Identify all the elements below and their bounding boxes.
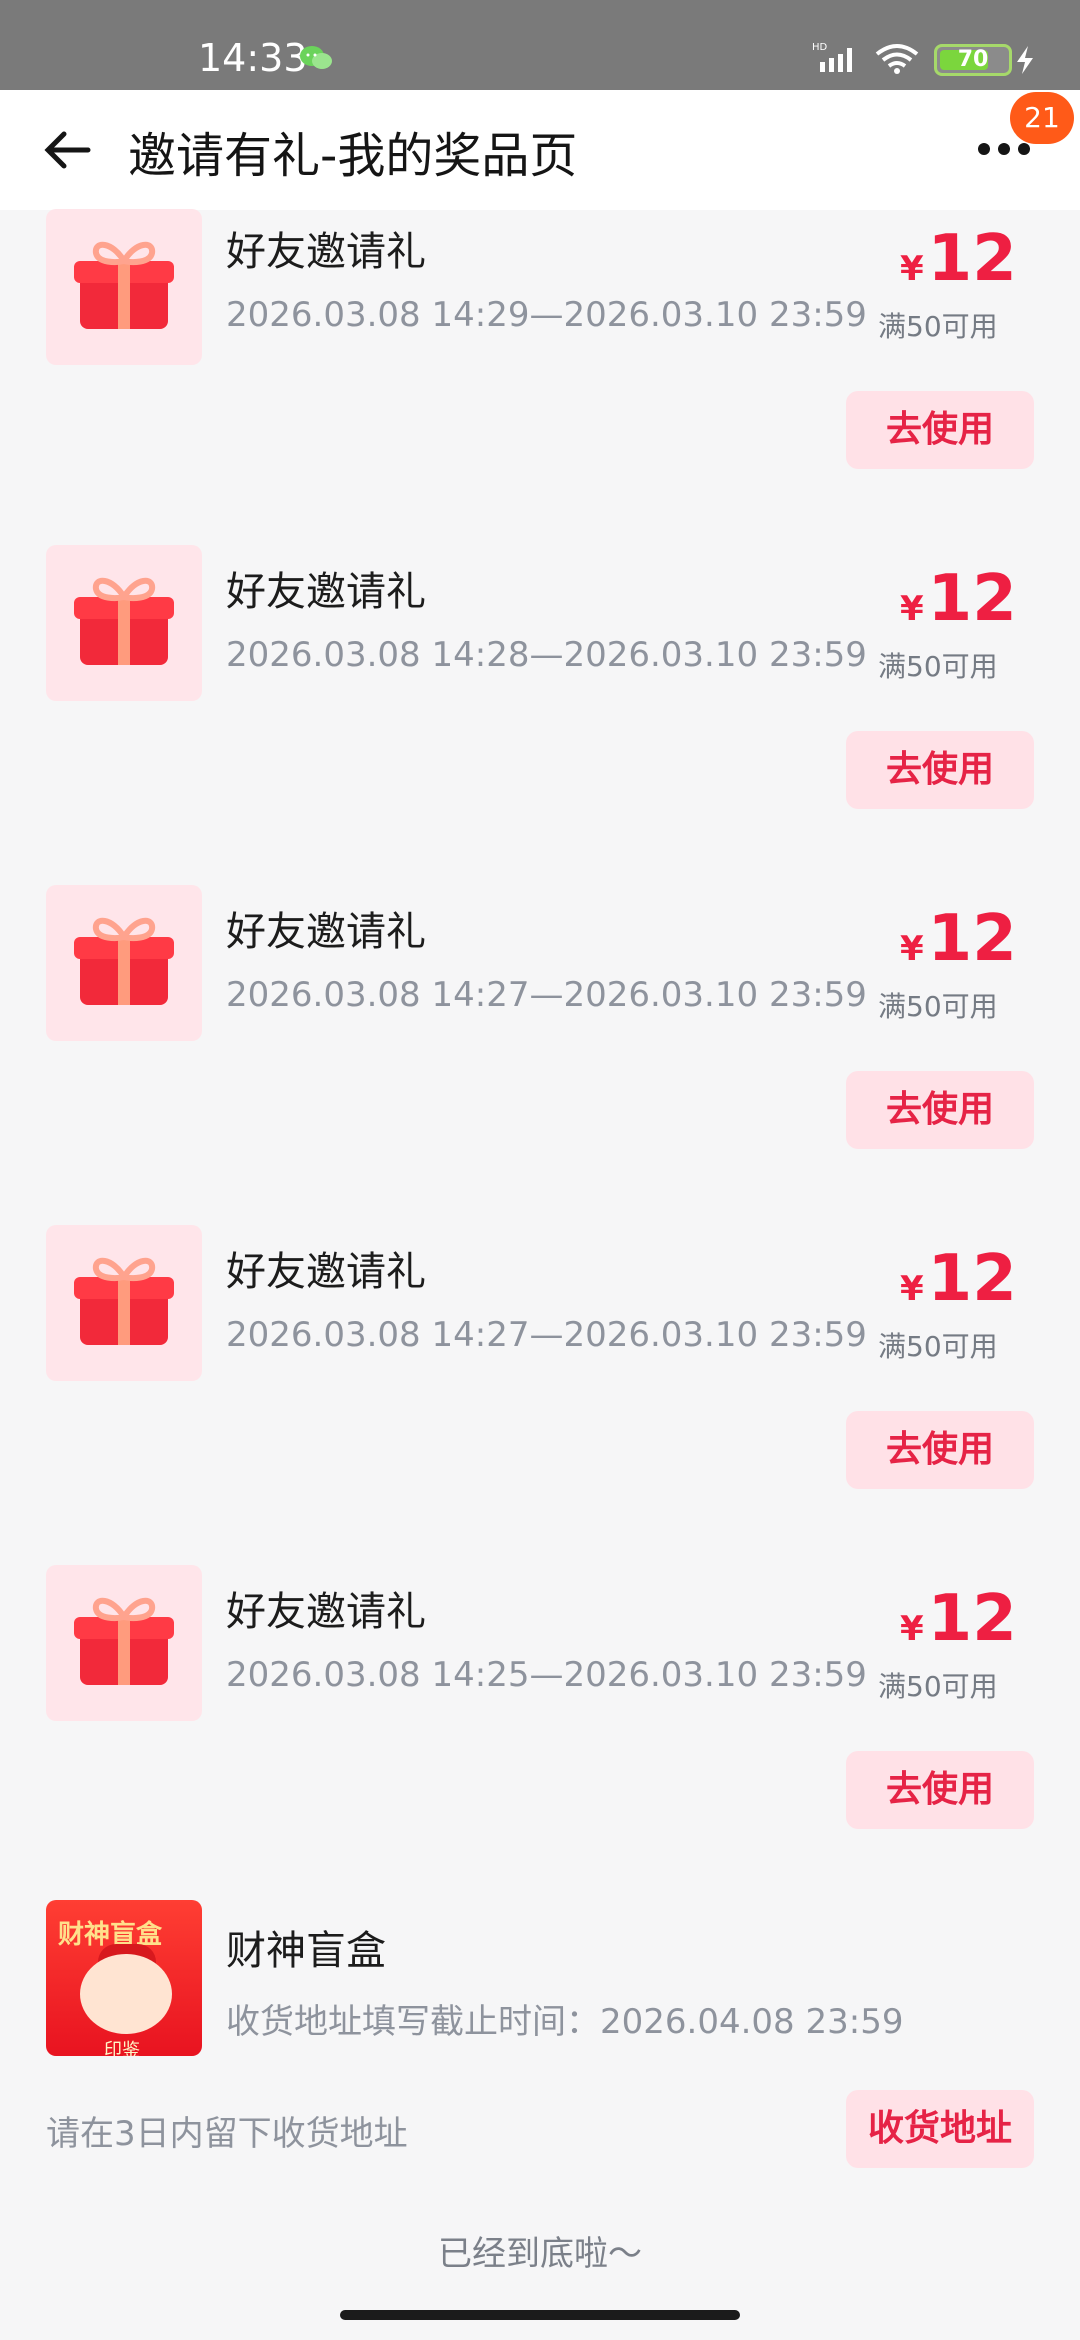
prize-threshold: 满50可用 [878, 990, 998, 1023]
price-amount: 12 [927, 562, 1017, 636]
page-title: 邀请有礼-我的奖品页 [128, 128, 578, 184]
currency-symbol: ¥ [900, 929, 924, 969]
prize-valid-time: 2026.03.08 14:27—2026.03.10 23:59 [226, 975, 867, 1015]
home-indicator[interactable] [340, 2310, 740, 2320]
prize-valid-time: 2026.03.08 14:28—2026.03.10 23:59 [226, 635, 867, 675]
battery-indicator: 70 [934, 44, 1012, 76]
prize-item: 好友邀请礼 2026.03.08 14:27—2026.03.10 23:59 … [0, 885, 1080, 1225]
price-amount: 12 [927, 1582, 1017, 1656]
wechat-icon [300, 46, 332, 69]
prize-threshold: 满50可用 [878, 310, 998, 343]
gift-thumbnail [46, 545, 202, 701]
battery-text: 70 [957, 47, 989, 72]
blind-box-thumbnail: 财神盲盒 印鉴 [46, 1900, 202, 2056]
prize-valid-time: 2026.03.08 14:27—2026.03.10 23:59 [226, 1315, 867, 1355]
prize-price: ¥12 [900, 227, 1040, 291]
prize-valid-time: 2026.03.08 14:29—2026.03.10 23:59 [226, 295, 867, 335]
gift-thumbnail [46, 1225, 202, 1381]
gift-icon [74, 577, 174, 665]
prize-price: ¥12 [900, 1587, 1040, 1651]
back-arrow-icon[interactable] [42, 128, 92, 172]
prize-name: 好友邀请礼 [226, 909, 426, 955]
address-deadline: 收货地址填写截止时间：2026.04.08 23:59 [226, 2002, 904, 2042]
charging-icon [1017, 46, 1033, 74]
prize-name: 好友邀请礼 [226, 229, 426, 275]
prize-item: 好友邀请礼 2026.03.08 14:25—2026.03.10 23:59 … [0, 1565, 1080, 1905]
gift-thumbnail [46, 885, 202, 1041]
blind-box-name: 财神盲盒 [226, 1928, 386, 1974]
currency-symbol: ¥ [900, 1609, 924, 1649]
gift-thumbnail [46, 1565, 202, 1721]
prize-price: ¥12 [900, 1247, 1040, 1311]
status-bar: 14:33 HD 70 [0, 0, 1080, 90]
more-icon[interactable] [976, 140, 1032, 158]
blind-box-thumbnail-badge: 印鉴 [104, 2040, 140, 2056]
shipping-address-button[interactable]: 收货地址 [846, 2090, 1034, 2168]
gift-icon [74, 1597, 174, 1685]
use-button[interactable]: 去使用 [846, 1411, 1034, 1489]
prize-item: 好友邀请礼 2026.03.08 14:29—2026.03.10 23:59 … [0, 205, 1080, 545]
gift-icon [74, 241, 174, 329]
prize-threshold: 满50可用 [878, 650, 998, 683]
gift-icon [74, 1257, 174, 1345]
use-button[interactable]: 去使用 [846, 1071, 1034, 1149]
status-time: 14:33 [198, 36, 308, 80]
price-amount: 12 [927, 902, 1017, 976]
prize-item: 好友邀请礼 2026.03.08 14:27—2026.03.10 23:59 … [0, 1225, 1080, 1565]
prize-price: ¥12 [900, 907, 1040, 971]
use-button[interactable]: 去使用 [846, 731, 1034, 809]
wifi-icon [875, 44, 919, 74]
prize-item: 好友邀请礼 2026.03.08 14:28—2026.03.10 23:59 … [0, 545, 1080, 885]
caishen-icon [80, 1954, 172, 2034]
prize-threshold: 满50可用 [878, 1670, 998, 1703]
prize-price: ¥12 [900, 567, 1040, 631]
currency-symbol: ¥ [900, 1269, 924, 1309]
use-button[interactable]: 去使用 [846, 1751, 1034, 1829]
gift-icon [74, 917, 174, 1005]
prize-threshold: 满50可用 [878, 1330, 998, 1363]
prize-name: 好友邀请礼 [226, 1249, 426, 1295]
prize-name: 好友邀请礼 [226, 569, 426, 615]
currency-symbol: ¥ [900, 249, 924, 289]
blind-box-prize: 财神盲盒 印鉴 财神盲盒 收货地址填写截止时间：2026.04.08 23:59… [0, 1900, 1080, 2168]
prize-name: 好友邀请礼 [226, 1589, 426, 1635]
currency-symbol: ¥ [900, 589, 924, 629]
svg-text:HD: HD [812, 42, 828, 53]
price-amount: 12 [927, 222, 1017, 296]
address-reminder: 请在3日内留下收货地址 [46, 2114, 408, 2154]
gift-thumbnail [46, 209, 202, 365]
signal-icon: HD [812, 42, 852, 72]
price-amount: 12 [927, 1242, 1017, 1316]
use-button[interactable]: 去使用 [846, 391, 1034, 469]
notification-badge: 21 [1010, 92, 1074, 144]
prize-valid-time: 2026.03.08 14:25—2026.03.10 23:59 [226, 1655, 867, 1695]
end-of-list-text: 已经到底啦～ [438, 2234, 642, 2274]
